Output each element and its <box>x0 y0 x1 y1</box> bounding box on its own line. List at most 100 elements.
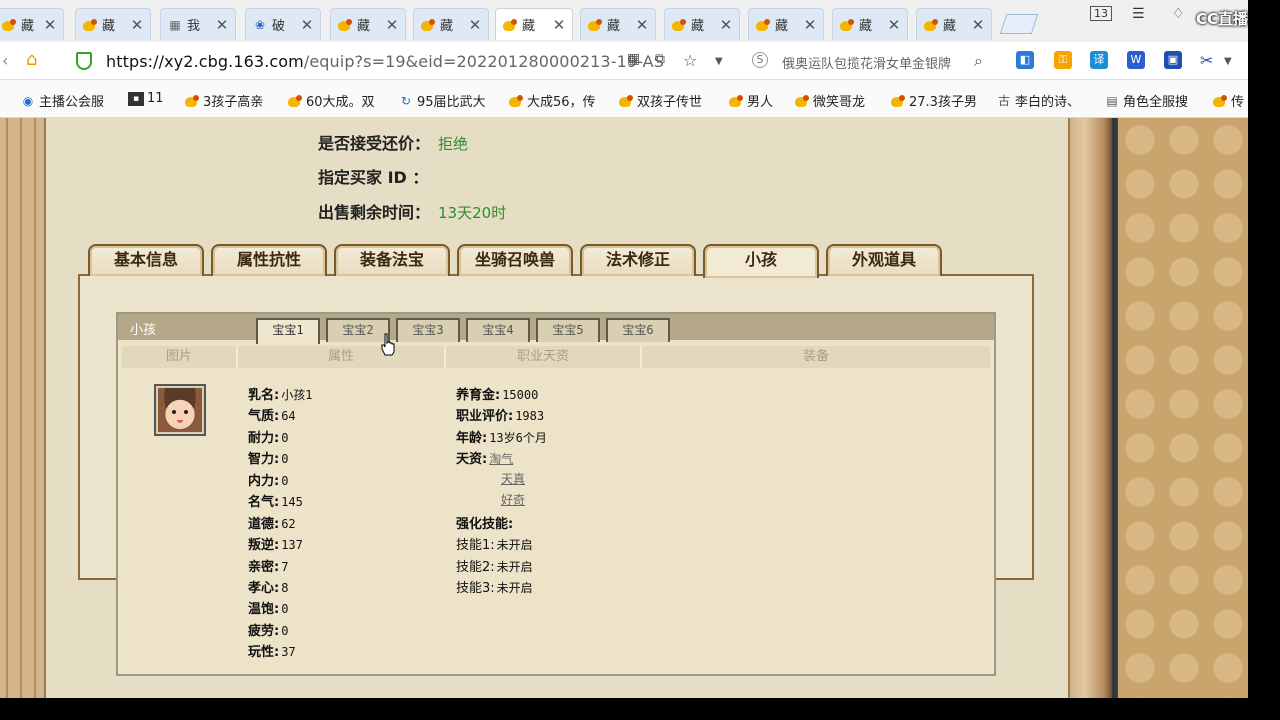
secure-shield-icon[interactable] <box>76 52 92 70</box>
browser-tab-active[interactable]: 藏 ✕ <box>495 8 573 40</box>
tab-appearance[interactable]: 外观道具 <box>826 244 942 276</box>
counter-offer-value: 拒绝 <box>438 135 469 153</box>
bookmark-item[interactable]: 双孩子传世 <box>618 91 702 110</box>
counter-offer-row: 是否接受还价： 拒绝 <box>318 130 468 154</box>
bookmark-item[interactable]: 微笑哥龙 <box>794 91 865 110</box>
scissors-icon[interactable]: ✂ <box>1200 51 1213 70</box>
chevron-down-icon[interactable]: ▼ <box>715 56 723 67</box>
tab-basic-info[interactable]: 基本信息 <box>88 244 204 276</box>
tab-title: 破 <box>272 19 286 34</box>
bookmark-item[interactable]: 60大成。双 <box>287 91 375 110</box>
tab-baby-3[interactable]: 宝宝3 <box>396 318 460 342</box>
translate-icon[interactable]: 译 <box>1090 51 1108 69</box>
browser-tab[interactable]: ▦ 我 ✕ <box>160 8 236 40</box>
close-icon[interactable]: ✕ <box>887 16 901 34</box>
close-icon[interactable]: ✕ <box>215 16 229 34</box>
close-icon[interactable]: ✕ <box>468 16 482 34</box>
search-input[interactable]: 俄奥运队包揽花滑女单金银牌 <box>782 53 960 72</box>
talent-link[interactable]: 好奇 <box>501 493 525 507</box>
attr-row: 耐力: 0 <box>248 431 289 446</box>
close-icon[interactable]: ✕ <box>43 16 57 34</box>
qr-icon[interactable]: ▦ <box>627 51 640 67</box>
bookmark-item[interactable]: ◉ 主播公会服 <box>20 91 104 111</box>
bookmark-item[interactable]: 大成56，传 <box>508 91 596 110</box>
career-rating: 职业评价: 1983 <box>456 409 545 424</box>
browser-tab[interactable]: 藏 ✕ <box>748 8 824 40</box>
new-tab-button[interactable] <box>999 14 1039 34</box>
close-icon[interactable]: ✕ <box>300 16 314 34</box>
search-icon[interactable]: ⌕ <box>974 51 983 71</box>
close-icon[interactable]: ✕ <box>552 16 566 34</box>
browser-tab[interactable]: 藏 ✕ <box>832 8 908 40</box>
child-age: 年龄: 13岁6个月 <box>456 431 547 446</box>
duck-icon <box>923 17 939 33</box>
extension-icon[interactable]: ◧ <box>1016 51 1034 69</box>
tab-baby-5[interactable]: 宝宝5 <box>536 318 600 342</box>
copy-icon[interactable]: ⧉ <box>655 51 665 67</box>
close-icon[interactable]: ✕ <box>971 16 985 34</box>
tab-mounts-pets[interactable]: 坐骑召唤兽 <box>457 244 573 276</box>
column-attributes: 属性 <box>238 346 446 368</box>
browser-tab[interactable]: 藏 ✕ <box>0 8 64 40</box>
tab-baby-4[interactable]: 宝宝4 <box>466 318 530 342</box>
home-icon[interactable]: ⌂ <box>26 49 37 70</box>
screen: 藏 ✕ 藏 ✕ ▦ 我 ✕ ❀ 破 ✕ 藏 ✕ 藏 ✕ 藏 ✕ 藏 ✕ 藏 ✕ … <box>0 0 1248 698</box>
duck-icon <box>420 17 436 33</box>
buyer-id-label: 指定买家 ID ： <box>318 168 429 187</box>
bookmark-item[interactable]: 古李白的诗、 <box>996 91 1080 110</box>
bookmark-item[interactable]: ▪ 11 <box>128 91 164 106</box>
bookmark-item[interactable]: ↻ 95届比武大 <box>398 91 486 111</box>
word-icon[interactable]: W <box>1127 51 1145 69</box>
talent-row: 天真 <box>499 470 525 487</box>
bookmark-item[interactable]: 男人 <box>728 91 773 110</box>
browser-tab[interactable]: 藏 ✕ <box>580 8 656 40</box>
screen-icon[interactable]: ▣ <box>1164 51 1182 69</box>
key-icon[interactable]: ⚿ <box>1054 51 1072 69</box>
globe-icon: ◉ <box>22 93 34 108</box>
search-engine-icon[interactable]: S <box>752 52 768 68</box>
menu-icon[interactable]: ☰ <box>1132 6 1145 22</box>
duck-icon <box>890 94 906 108</box>
attr-row: 气质: 64 <box>248 409 296 424</box>
tab-title: 藏 <box>21 19 35 34</box>
browser-tab[interactable]: 藏 ✕ <box>664 8 740 40</box>
close-icon[interactable]: ✕ <box>803 16 817 34</box>
tab-count-badge[interactable]: 13 <box>1090 6 1112 21</box>
bookmark-item[interactable]: 27.3孩子男 <box>890 91 977 110</box>
attr-row: 名气: 145 <box>248 495 303 510</box>
chevron-down-icon[interactable]: ▼ <box>1224 56 1232 67</box>
talent-link[interactable]: 淘气 <box>489 452 513 466</box>
back-icon[interactable]: ‹ <box>2 51 8 70</box>
browser-tab-strip: 藏 ✕ 藏 ✕ ▦ 我 ✕ ❀ 破 ✕ 藏 ✕ 藏 ✕ 藏 ✕ 藏 ✕ 藏 ✕ … <box>0 0 1248 42</box>
tab-spell-modifiers[interactable]: 法术修正 <box>580 244 696 276</box>
counter-offer-label: 是否接受还价： <box>318 134 431 153</box>
close-icon[interactable]: ✕ <box>385 16 399 34</box>
bookmark-item[interactable]: 传 <box>1212 91 1244 110</box>
browser-tab[interactable]: 藏 ✕ <box>75 8 151 40</box>
browser-tab[interactable]: 藏 ✕ <box>916 8 992 40</box>
close-icon[interactable]: ✕ <box>130 16 144 34</box>
tab-attributes[interactable]: 属性抗性 <box>211 244 327 276</box>
attr-row: 玩性: 37 <box>248 645 296 660</box>
ancient-icon: 古 <box>997 94 1010 108</box>
tab-title: 藏 <box>357 19 371 34</box>
bookmark-item[interactable]: 3孩子高亲 <box>184 91 263 110</box>
close-icon[interactable]: ✕ <box>719 16 733 34</box>
tab-baby-1[interactable]: 宝宝1 <box>256 318 320 344</box>
shirt-icon[interactable]: ♢ <box>1172 6 1185 22</box>
tab-equipment[interactable]: 装备法宝 <box>334 244 450 276</box>
url-field[interactable]: https://xy2.cbg.163.com/equip?s=19&eid=2… <box>106 52 664 71</box>
browser-tab[interactable]: ❀ 破 ✕ <box>245 8 321 40</box>
close-icon[interactable]: ✕ <box>635 16 649 34</box>
tab-children[interactable]: 小孩 <box>703 244 819 278</box>
bookmark-item[interactable]: ▤ 角色全服搜 <box>1104 91 1188 111</box>
star-icon[interactable]: ☆ <box>683 51 697 70</box>
browser-tab[interactable]: 藏 ✕ <box>413 8 489 40</box>
tab-baby-6[interactable]: 宝宝6 <box>606 318 670 342</box>
talent-link[interactable]: 天真 <box>501 472 525 486</box>
address-bar: ‹ ⌂ https://xy2.cbg.163.com/equip?s=19&e… <box>0 42 1248 80</box>
column-career: 职业天资 <box>446 346 642 368</box>
attr-row: 道德: 62 <box>248 517 296 532</box>
browser-tab[interactable]: 藏 ✕ <box>330 8 406 40</box>
refresh-icon: ↻ <box>400 93 412 108</box>
